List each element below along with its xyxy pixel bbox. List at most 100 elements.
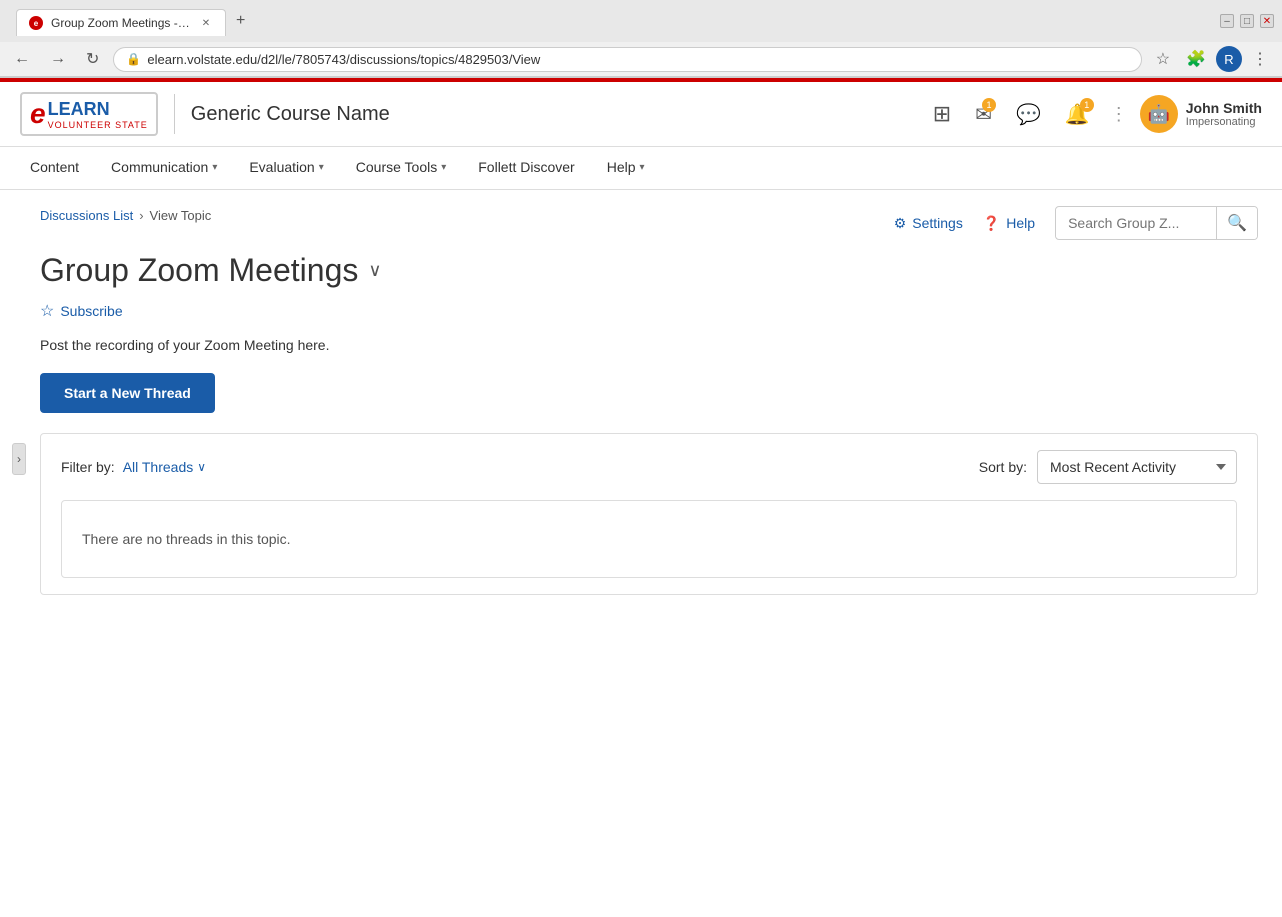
settings-link[interactable]: ⚙ Settings bbox=[894, 215, 963, 232]
tab-favicon: e bbox=[29, 16, 43, 30]
nav-menu: Content Communication ▾ Evaluation ▾ Cou… bbox=[0, 147, 1282, 190]
nav-follett-label: Follett Discover bbox=[478, 159, 574, 175]
filter-left: Filter by: All Threads ∨ bbox=[61, 459, 206, 475]
nav-help-label: Help bbox=[607, 159, 636, 175]
search-group: 🔍 bbox=[1055, 206, 1258, 240]
nav-item-evaluation[interactable]: Evaluation ▾ bbox=[235, 147, 337, 189]
filter-value: All Threads bbox=[123, 459, 194, 475]
empty-threads-text: There are no threads in this topic. bbox=[82, 531, 1216, 547]
content-area: Discussions List › View Topic ⚙ Settings… bbox=[0, 190, 1282, 611]
header-separator-dots: ⋮ bbox=[1106, 104, 1132, 125]
sort-right: Sort by: Most Recent Activity Date Poste… bbox=[979, 450, 1237, 484]
logo-area: e LEARN VOLUNTEER STATE bbox=[20, 92, 158, 136]
browser-chrome: e Group Zoom Meetings - Generic ✕ + – □ … bbox=[0, 0, 1282, 78]
app-header: e LEARN VOLUNTEER STATE Generic Course N… bbox=[0, 82, 1282, 147]
new-tab-button[interactable]: + bbox=[226, 6, 255, 36]
grid-icon: ⊞ bbox=[933, 101, 951, 126]
toolbar-icons: ☆ 🧩 R ⋮ bbox=[1150, 46, 1274, 72]
user-avatar[interactable]: 🤖 bbox=[1140, 95, 1178, 133]
nav-evaluation-label: Evaluation bbox=[249, 159, 314, 175]
lock-icon: 🔒 bbox=[126, 52, 141, 66]
topic-actions-bar: ⚙ Settings ❓ Help 🔍 bbox=[894, 206, 1258, 240]
nav-communication-label: Communication bbox=[111, 159, 208, 175]
browser-menu-button[interactable]: ⋮ bbox=[1246, 46, 1274, 72]
user-role: Impersonating bbox=[1186, 116, 1262, 128]
user-avatar-icon: 🤖 bbox=[1148, 104, 1170, 125]
help-link[interactable]: ❓ Help bbox=[983, 215, 1035, 232]
filter-chevron-icon: ∨ bbox=[197, 460, 206, 474]
nav-item-follett[interactable]: Follett Discover bbox=[464, 147, 588, 189]
address-text: elearn.volstate.edu/d2l/le/7805743/discu… bbox=[147, 52, 1128, 67]
breadcrumb: Discussions List › View Topic bbox=[40, 208, 211, 223]
minimize-button[interactable]: – bbox=[1220, 14, 1234, 28]
filter-sort-bar: Filter by: All Threads ∨ Sort by: Most R… bbox=[40, 433, 1258, 595]
profile-button[interactable]: R bbox=[1216, 46, 1242, 72]
chat-icon-button[interactable]: 💬 bbox=[1008, 98, 1049, 131]
nav-content-label: Content bbox=[30, 159, 79, 175]
logo-volstate-text: VOLUNTEER STATE bbox=[48, 120, 148, 130]
topic-description: Post the recording of your Zoom Meeting … bbox=[40, 337, 1258, 353]
side-toggle-button[interactable]: › bbox=[12, 443, 26, 475]
filter-label: Filter by: bbox=[61, 459, 115, 475]
start-new-thread-button[interactable]: Start a New Thread bbox=[40, 373, 215, 413]
sort-label: Sort by: bbox=[979, 459, 1027, 475]
sort-select[interactable]: Most Recent Activity Date Posted Subject… bbox=[1037, 450, 1237, 484]
nav-course-tools-label: Course Tools bbox=[356, 159, 437, 175]
subscribe-link[interactable]: ☆ Subscribe bbox=[40, 301, 1258, 321]
header-right: ⊞ ✉ 1 💬 🔔 1 ⋮ 🤖 John Smith Impersonating bbox=[925, 95, 1262, 133]
logo-text-area: LEARN VOLUNTEER STATE bbox=[48, 99, 148, 130]
active-tab[interactable]: e Group Zoom Meetings - Generic ✕ bbox=[16, 9, 226, 36]
settings-label: Settings bbox=[912, 215, 963, 231]
tab-bar: e Group Zoom Meetings - Generic ✕ + bbox=[8, 6, 263, 36]
bell-icon-button[interactable]: 🔔 1 bbox=[1057, 98, 1098, 131]
bell-badge: 1 bbox=[1080, 98, 1094, 112]
mail-badge: 1 bbox=[982, 98, 996, 112]
bookmark-button[interactable]: ☆ bbox=[1150, 46, 1176, 72]
subscribe-star-icon: ☆ bbox=[40, 301, 54, 321]
browser-toolbar: ← → ↻ 🔒 elearn.volstate.edu/d2l/le/78057… bbox=[0, 42, 1282, 77]
evaluation-chevron-icon: ▾ bbox=[319, 162, 324, 173]
topic-title-row: Group Zoom Meetings ∨ bbox=[40, 252, 1258, 289]
settings-icon: ⚙ bbox=[894, 215, 907, 232]
nav-item-course-tools[interactable]: Course Tools ▾ bbox=[342, 147, 460, 189]
refresh-button[interactable]: ↻ bbox=[80, 47, 105, 71]
elearn-logo: e LEARN VOLUNTEER STATE bbox=[20, 92, 158, 136]
address-bar[interactable]: 🔒 elearn.volstate.edu/d2l/le/7805743/dis… bbox=[113, 47, 1141, 72]
grid-icon-button[interactable]: ⊞ bbox=[925, 97, 959, 131]
user-name: John Smith bbox=[1186, 100, 1262, 116]
threads-empty-state: There are no threads in this topic. bbox=[61, 500, 1237, 578]
breadcrumb-discussions-link[interactable]: Discussions List bbox=[40, 208, 133, 223]
course-name: Generic Course Name bbox=[191, 103, 390, 126]
extensions-button[interactable]: 🧩 bbox=[1180, 46, 1212, 72]
search-button[interactable]: 🔍 bbox=[1216, 207, 1257, 239]
main-layout: › Discussions List › View Topic ⚙ Settin… bbox=[0, 190, 1282, 611]
filter-dropdown[interactable]: All Threads ∨ bbox=[123, 459, 206, 475]
breadcrumb-separator: › bbox=[139, 208, 143, 223]
nav-item-content[interactable]: Content bbox=[16, 147, 93, 189]
breadcrumb-actions-row: Discussions List › View Topic ⚙ Settings… bbox=[40, 206, 1258, 240]
mail-icon-button[interactable]: ✉ 1 bbox=[967, 98, 1000, 131]
help-chevron-icon: ▾ bbox=[640, 162, 645, 173]
nav-item-help[interactable]: Help ▾ bbox=[593, 147, 659, 189]
close-window-button[interactable]: ✕ bbox=[1260, 14, 1274, 28]
tab-close-button[interactable]: ✕ bbox=[199, 16, 213, 30]
topic-title-chevron-icon[interactable]: ∨ bbox=[368, 260, 381, 281]
topic-title: Group Zoom Meetings bbox=[40, 252, 358, 289]
chat-icon: 💬 bbox=[1016, 104, 1041, 126]
nav-item-communication[interactable]: Communication ▾ bbox=[97, 147, 231, 189]
communication-chevron-icon: ▾ bbox=[212, 162, 217, 173]
maximize-button[interactable]: □ bbox=[1240, 14, 1254, 28]
back-button[interactable]: ← bbox=[8, 48, 36, 70]
help-icon: ❓ bbox=[983, 215, 1000, 232]
user-info: John Smith Impersonating bbox=[1186, 100, 1262, 128]
filter-row: Filter by: All Threads ∨ Sort by: Most R… bbox=[61, 450, 1237, 484]
logo-learn-text: LEARN bbox=[48, 99, 148, 120]
help-label: Help bbox=[1006, 215, 1035, 231]
forward-button[interactable]: → bbox=[44, 48, 72, 70]
tab-title: Group Zoom Meetings - Generic bbox=[51, 16, 191, 30]
header-divider bbox=[174, 94, 175, 134]
course-tools-chevron-icon: ▾ bbox=[441, 162, 446, 173]
logo-e-letter: e bbox=[30, 98, 46, 130]
search-input[interactable] bbox=[1056, 209, 1216, 237]
browser-titlebar: e Group Zoom Meetings - Generic ✕ + – □ … bbox=[0, 0, 1282, 42]
